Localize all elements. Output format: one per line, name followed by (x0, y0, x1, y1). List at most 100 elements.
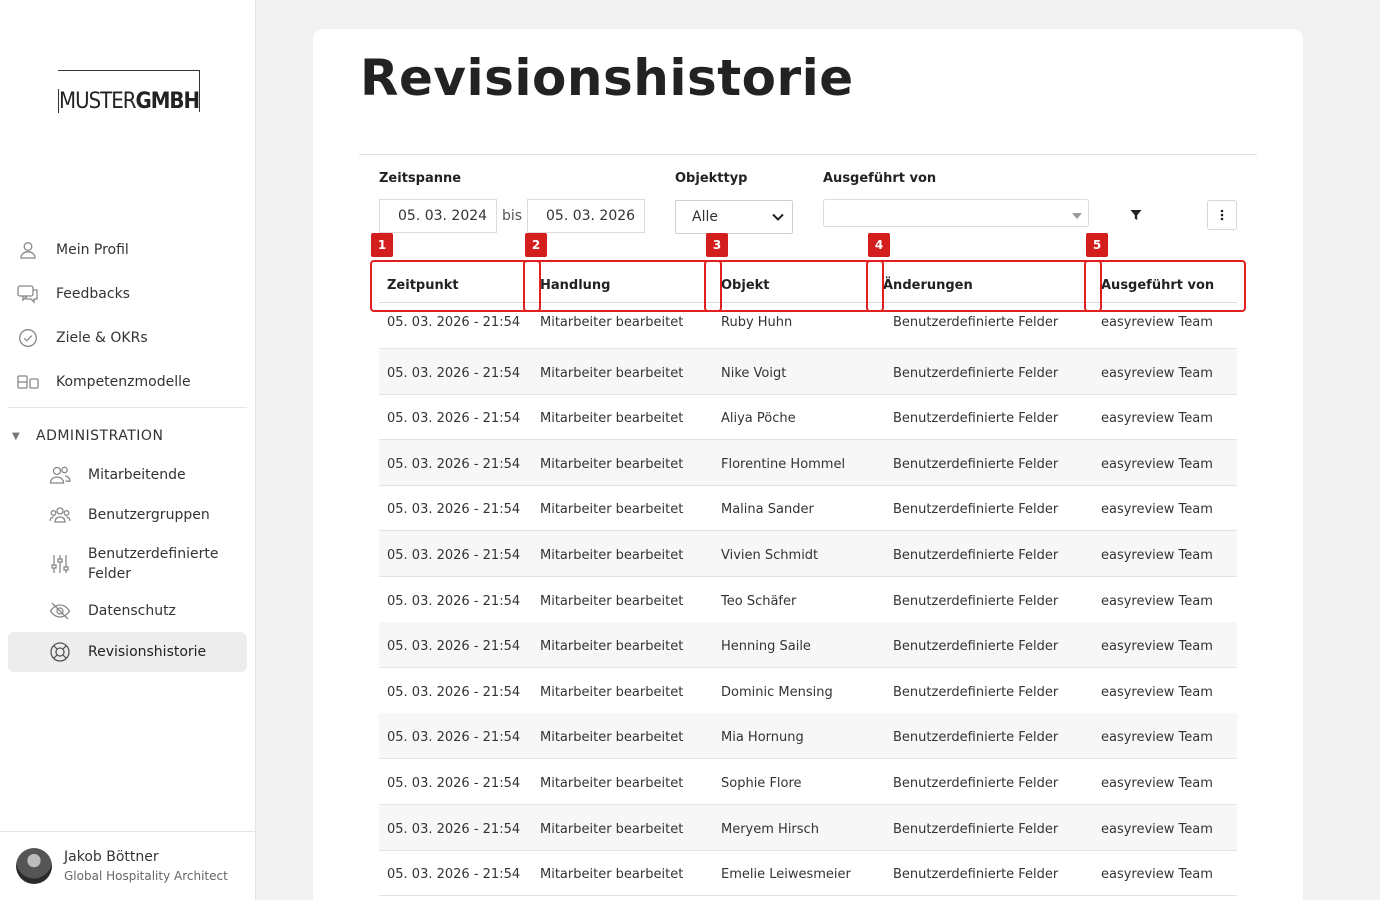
sidebar-item-mitarbeitende[interactable]: Mitarbeitende (8, 456, 247, 494)
cell-handlung: Mitarbeiter bearbeitet (540, 548, 684, 563)
table-row[interactable]: 05. 03. 2026 - 21:54 Mitarbeiter bearbeit… (379, 759, 1237, 805)
cell-zeitpunkt: 05. 03. 2026 - 21:54 (387, 593, 521, 609)
cell-aenderungen: Benutzerdefinierte Felder (893, 502, 1059, 518)
cell-zeitpunkt: 05. 03. 2026 - 21:54 (387, 867, 521, 883)
cell-zeitpunkt: 05. 03. 2026 - 21:54 (387, 456, 521, 472)
lifebuoy-icon (48, 640, 72, 664)
section-label: ADMINISTRATION (36, 428, 164, 444)
cell-objekt: Emelie Leiwesmeier (721, 867, 851, 883)
table-row[interactable]: 05. 03. 2026 - 21:54 Mitarbeiter bearbeit… (379, 439, 1237, 486)
table-row[interactable]: 05. 03. 2026 - 21:54 Mitarbeiter bearbeit… (379, 713, 1237, 760)
cell-handlung: Mitarbeiter bearbeitet (540, 411, 684, 427)
date-to-input[interactable]: 05. 03. 2026 (527, 199, 645, 233)
cell-aenderungen: Benutzerdefinierte Felder (893, 315, 1059, 330)
sidebar-item-label: Kompetenzmodelle (56, 374, 191, 390)
sidebar-item-benutzergruppen[interactable]: Benutzergruppen (8, 496, 247, 534)
sidebar-item-revisionshistorie[interactable]: Revisionshistorie (8, 632, 247, 672)
cell-ausgefuehrt-von: easyreview Team (1101, 502, 1213, 518)
table-row[interactable]: 05. 03. 2026 - 21:54 Mitarbeiter bearbeit… (379, 668, 1237, 714)
eye-off-icon (48, 599, 72, 623)
cell-zeitpunkt: 05. 03. 2026 - 21:54 (387, 730, 521, 746)
sidebar-item-label: Mein Profil (56, 242, 129, 258)
cell-handlung: Mitarbeiter bearbeitet (540, 776, 684, 791)
table-row[interactable]: 05. 03. 2026 - 21:54 Mitarbeiter bearbeit… (379, 485, 1237, 532)
user-role: Global Hospitality Architect (64, 869, 228, 883)
user-profile-bar[interactable]: Jakob Böttner Global Hospitality Archite… (0, 831, 256, 900)
table-row[interactable]: 05. 03. 2026 - 21:54 Mitarbeiter bearbeit… (379, 394, 1237, 441)
cell-zeitpunkt: 05. 03. 2026 - 21:54 (387, 821, 521, 837)
annotation-column-divider-4 (866, 260, 884, 312)
cell-ausgefuehrt-von: easyreview Team (1101, 411, 1213, 427)
annotation-badge-1: 1 (371, 233, 393, 257)
cell-handlung: Mitarbeiter bearbeitet (540, 315, 684, 330)
sidebar-divider (8, 407, 247, 408)
sidebar-item-datenschutz[interactable]: Datenschutz (8, 592, 247, 630)
table-row[interactable]: 05. 03. 2026 - 21:54 Mitarbeiter bearbeit… (379, 531, 1237, 577)
sidebar-item-label: Revisionshistorie (88, 644, 207, 660)
cell-objekt: Mia Hornung (721, 730, 804, 746)
logo-text-bold: GMBH (135, 89, 200, 114)
cell-ausgefuehrt-von: easyreview Team (1101, 365, 1213, 381)
sidebar-item-label: Feedbacks (56, 286, 130, 302)
cell-handlung: Mitarbeiter bearbeitet (540, 730, 684, 746)
cell-objekt: Henning Saile (721, 639, 811, 655)
sidebar-item-label: Benutzergruppen (88, 507, 210, 523)
annotation-badge-5: 5 (1086, 233, 1108, 257)
date-to-value: 05. 03. 2026 (546, 208, 636, 224)
title-divider (359, 154, 1257, 155)
cell-handlung: Mitarbeiter bearbeitet (540, 821, 684, 837)
section-administration[interactable]: ▼ ADMINISTRATION (12, 428, 163, 444)
objekttyp-label: Objekttyp (675, 171, 748, 186)
table-row[interactable]: 05. 03. 2026 - 21:54 Mitarbeiter bearbeit… (379, 622, 1237, 669)
ausgefuehrt-von-label: Ausgeführt von (823, 171, 937, 186)
cell-aenderungen: Benutzerdefinierte Felder (893, 776, 1059, 791)
annotation-badge-4: 4 (868, 233, 890, 257)
filter-icon[interactable] (1126, 205, 1146, 225)
cell-handlung: Mitarbeiter bearbeitet (540, 502, 684, 518)
chat-icon (16, 282, 40, 306)
ausgefuehrt-von-select[interactable] (823, 199, 1089, 227)
date-from-input[interactable]: 05. 03. 2024 (379, 199, 497, 233)
main-card: Revisionshistorie Zeitspanne 05. 03. 202… (313, 29, 1303, 900)
table-row[interactable]: 05. 03. 2026 - 21:54 Mitarbeiter bearbeit… (379, 348, 1237, 395)
table-row[interactable]: 05. 03. 2026 - 21:54 Mitarbeiter bearbeit… (379, 850, 1237, 897)
avatar[interactable] (16, 848, 52, 884)
cell-ausgefuehrt-von: easyreview Team (1101, 730, 1213, 746)
cell-zeitpunkt: 05. 03. 2026 - 21:54 (387, 684, 521, 700)
cell-ausgefuehrt-von: easyreview Team (1101, 456, 1213, 472)
more-options-button[interactable] (1207, 200, 1237, 230)
more-vertical-icon (1220, 206, 1224, 225)
cell-ausgefuehrt-von: easyreview Team (1101, 684, 1213, 700)
cell-zeitpunkt: 05. 03. 2026 - 21:54 (387, 502, 521, 518)
cell-ausgefuehrt-von: easyreview Team (1101, 867, 1213, 883)
cell-aenderungen: Benutzerdefinierte Felder (893, 684, 1059, 700)
cell-aenderungen: Benutzerdefinierte Felder (893, 456, 1059, 472)
cell-handlung: Mitarbeiter bearbeitet (540, 867, 684, 883)
sidebar-item-kompetenzmodelle[interactable]: Kompetenzmodelle (8, 363, 247, 401)
sidebar-item-label: Ziele & OKRs (56, 330, 148, 346)
cell-handlung: Mitarbeiter bearbeitet (540, 593, 684, 609)
annotation-column-divider-3 (704, 260, 722, 312)
cell-zeitpunkt: 05. 03. 2026 - 21:54 (387, 315, 521, 330)
sidebar-item-mein-profil[interactable]: Mein Profil (8, 231, 247, 269)
caret-down-icon (1072, 204, 1082, 223)
cell-handlung: Mitarbeiter bearbeitet (540, 365, 684, 381)
chevron-down-icon (772, 209, 784, 225)
cell-zeitpunkt: 05. 03. 2026 - 21:54 (387, 411, 521, 427)
company-logo[interactable]: MUSTERGMBH (58, 70, 200, 114)
cell-aenderungen: Benutzerdefinierte Felder (893, 411, 1059, 427)
objekttyp-select[interactable]: Alle (675, 200, 793, 234)
cell-handlung: Mitarbeiter bearbeitet (540, 639, 684, 655)
sidebar-item-benutzerdefinierte-felder[interactable]: Benutzerdefinierte Felder (8, 540, 247, 588)
cell-zeitpunkt: 05. 03. 2026 - 21:54 (387, 365, 521, 381)
cell-objekt: Nike Voigt (721, 365, 787, 381)
sidebar-item-ziele-okrs[interactable]: Ziele & OKRs (8, 319, 247, 357)
table-row[interactable]: 05. 03. 2026 - 21:54 Mitarbeiter bearbeit… (379, 577, 1237, 623)
table-row[interactable]: 05. 03. 2026 - 21:54 Mitarbeiter bearbeit… (379, 804, 1237, 851)
cell-aenderungen: Benutzerdefinierte Felder (893, 365, 1059, 381)
sidebar-item-label: Datenschutz (88, 603, 176, 619)
cell-objekt: Malina Sander (721, 502, 814, 518)
cell-objekt: Sophie Flore (721, 776, 802, 791)
sidebar-item-feedbacks[interactable]: Feedbacks (8, 275, 247, 313)
page-title: Revisionshistorie (360, 49, 854, 107)
